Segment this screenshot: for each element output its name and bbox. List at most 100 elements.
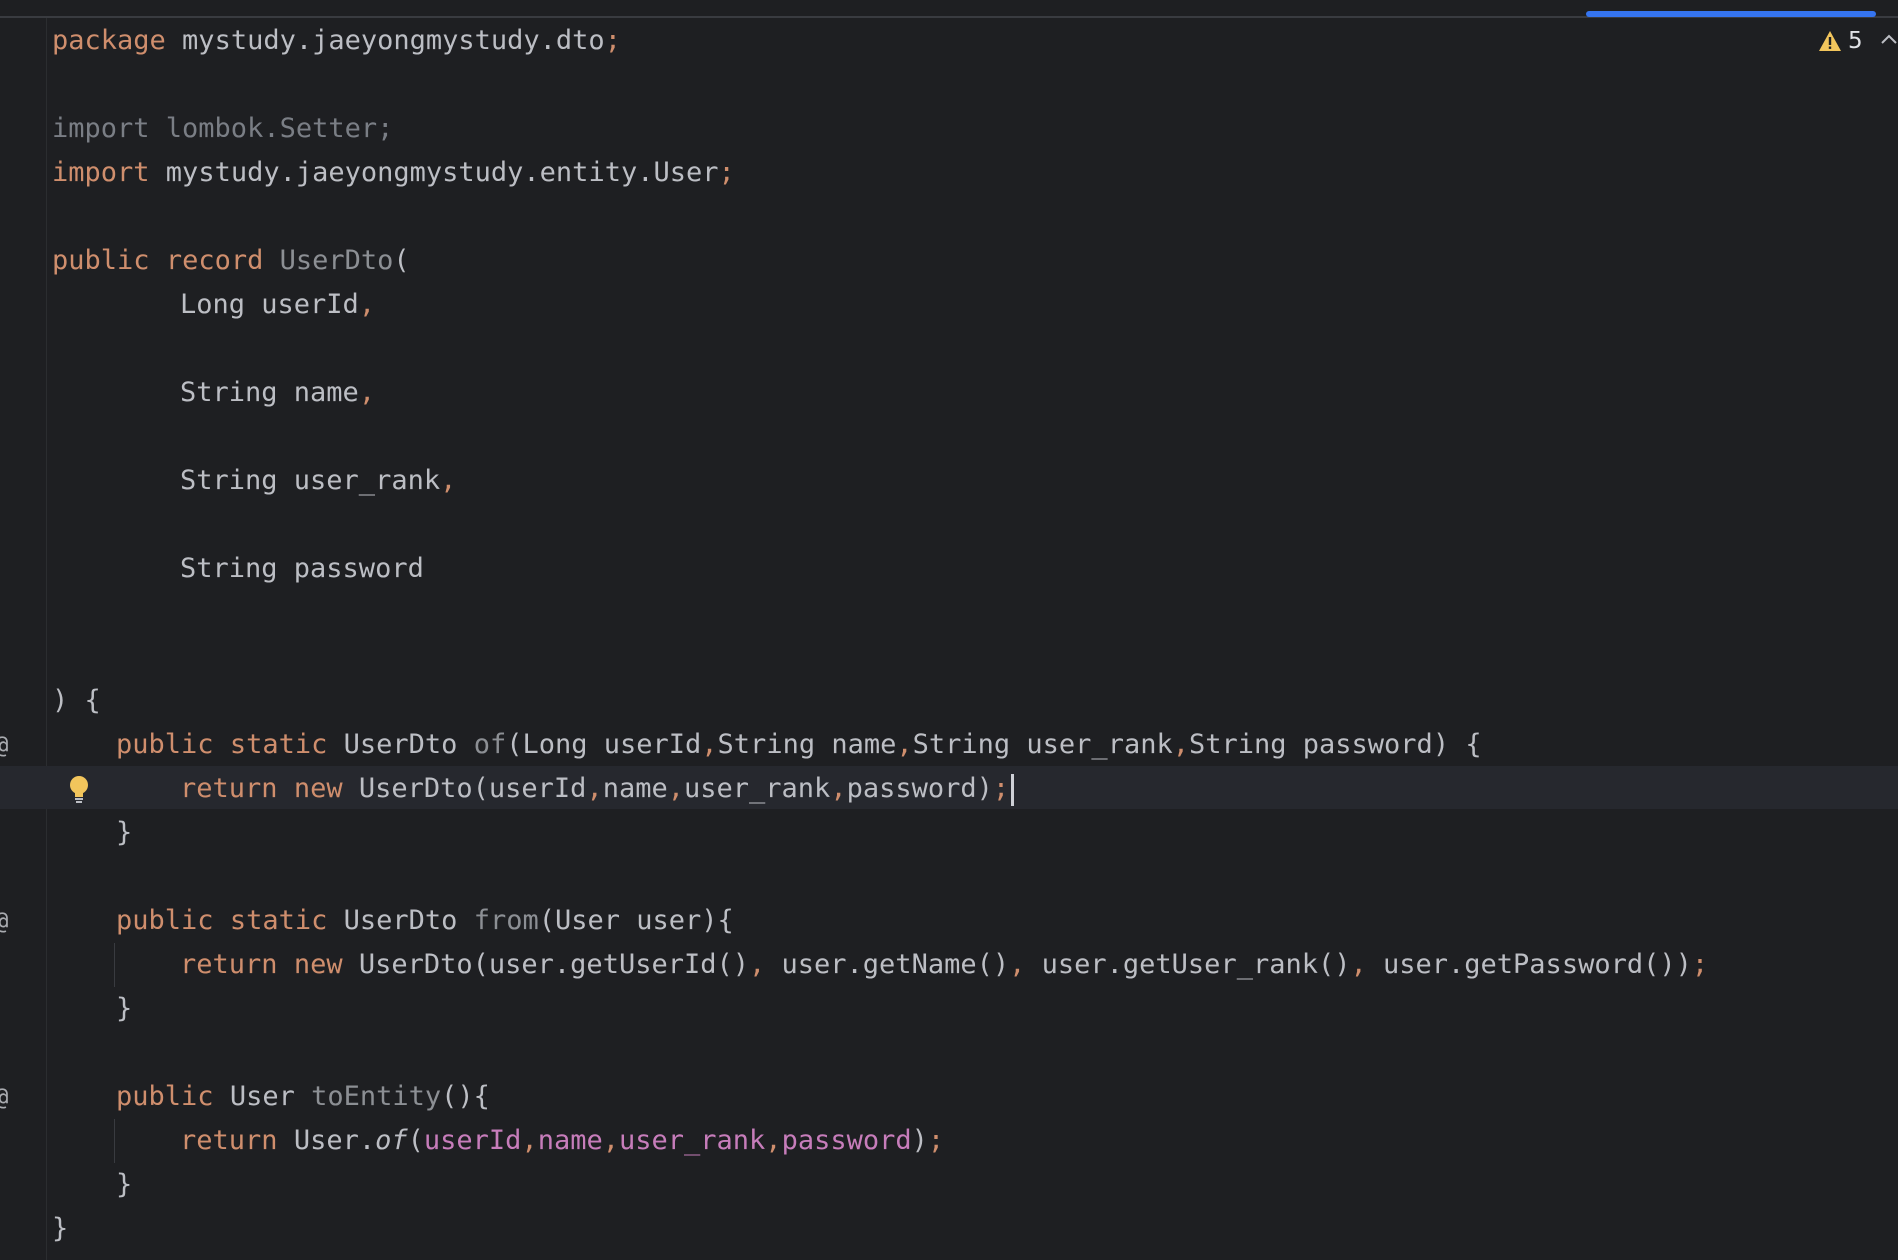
closing-brace: } xyxy=(52,1213,69,1244)
keyword-public: public xyxy=(52,245,150,276)
code-line-22: return new UserDto(user.getUserId(), use… xyxy=(0,943,1898,987)
comma: , xyxy=(896,729,913,760)
field-userId: Long userId xyxy=(180,289,359,320)
semicolon: ; xyxy=(718,157,735,188)
return-type: UserDto xyxy=(343,729,458,760)
at-sign-icon[interactable]: @ xyxy=(0,1075,8,1119)
param-1: (Long userId xyxy=(506,729,702,760)
code-line-23: } xyxy=(0,987,1898,1031)
comma: , xyxy=(358,377,376,408)
method-params: (User user){ xyxy=(538,905,734,936)
keyword-static: static xyxy=(229,905,328,936)
static-call-of: of xyxy=(375,1125,408,1156)
code-line-3: import lombok.Setter; xyxy=(0,107,1898,151)
comma: , xyxy=(765,1125,782,1156)
semicolon: ; xyxy=(992,773,1010,804)
code-line-4: import mystudy.jaeyongmystudy.entity.Use… xyxy=(0,151,1898,195)
at-sign-icon[interactable]: @ xyxy=(0,899,8,943)
record-body-open: ) { xyxy=(52,685,101,716)
field-ref: userId xyxy=(423,1125,522,1156)
text-caret xyxy=(1011,773,1015,806)
code-line-6: public record UserDto( xyxy=(0,239,1898,283)
field-name: String name xyxy=(180,377,359,408)
comma: , xyxy=(749,949,766,980)
record-name: UserDto xyxy=(279,245,394,276)
closing-brace: } xyxy=(116,993,133,1024)
code-editor[interactable]: 5 package mystudy.jaeyongmystudy.dto; im… xyxy=(0,0,1898,1260)
code-lines: package mystudy.jaeyongmystudy.dto; impo… xyxy=(0,0,1898,1260)
lightbulb-icon[interactable] xyxy=(68,775,90,805)
comma: , xyxy=(521,1125,538,1156)
comma: , xyxy=(830,773,847,804)
class-ref: User. xyxy=(293,1125,376,1156)
return-type: User xyxy=(229,1081,295,1112)
code-line-28: } xyxy=(0,1207,1898,1251)
keyword-public: public xyxy=(116,905,214,936)
keyword-public: public xyxy=(116,729,214,760)
code-line-11: String user_rank, xyxy=(0,459,1898,503)
arg-2: name xyxy=(602,773,668,804)
closing-brace: } xyxy=(116,817,133,848)
unused-import: import lombok.Setter; xyxy=(52,113,394,144)
closing-brace: } xyxy=(116,1169,133,1200)
code-line-25: @ public User toEntity(){ xyxy=(0,1075,1898,1119)
code-line-17: @ public static UserDto of(Long userId,S… xyxy=(0,723,1898,767)
import-path: mystudy.jaeyongmystudy.entity.User xyxy=(149,157,719,188)
code-line-21: @ public static UserDto from(User user){ xyxy=(0,899,1898,943)
semicolon: ; xyxy=(1691,949,1709,980)
field-ref: name xyxy=(537,1125,603,1156)
param-3: String user_rank xyxy=(912,729,1173,760)
keyword-public: public xyxy=(116,1081,214,1112)
keyword-import: import xyxy=(52,157,150,188)
semicolon: ; xyxy=(604,25,621,56)
keyword-return: return xyxy=(180,949,278,980)
arg-3: user.getUser_rank() xyxy=(1025,949,1351,980)
code-line-9: String name, xyxy=(0,371,1898,415)
code-line-19: } xyxy=(0,811,1898,855)
constructor-call: UserDto(user.getUserId() xyxy=(358,949,749,980)
code-line-16: ) { xyxy=(0,679,1898,723)
method-name-from: from xyxy=(473,905,539,936)
comma: , xyxy=(1350,949,1367,980)
field-ref: password xyxy=(781,1125,912,1156)
comma: , xyxy=(440,465,457,496)
code-line-18: return new UserDto(userId,name,user_rank… xyxy=(0,767,1898,811)
return-type: UserDto xyxy=(343,905,458,936)
arg-2: user.getName() xyxy=(765,949,1010,980)
comma: , xyxy=(358,289,376,320)
code-line-1: package mystudy.jaeyongmystudy.dto; xyxy=(0,19,1898,63)
method-name-of: of xyxy=(473,729,507,760)
comma: , xyxy=(1172,729,1189,760)
keyword-new: new xyxy=(293,949,343,980)
keyword-record: record xyxy=(165,245,264,276)
field-user-rank: String user_rank xyxy=(180,465,441,496)
code-line-13: String password xyxy=(0,547,1898,591)
comma: , xyxy=(586,773,603,804)
comma: , xyxy=(602,1125,619,1156)
comma: , xyxy=(667,773,684,804)
arg-4: user.getPassword()) xyxy=(1366,949,1692,980)
open-paren: ( xyxy=(407,1125,424,1156)
code-line-27: } xyxy=(0,1163,1898,1207)
keyword-package: package xyxy=(52,25,166,56)
semicolon: ; xyxy=(927,1125,945,1156)
keyword-new: new xyxy=(293,773,343,804)
method-name-toEntity: toEntity xyxy=(311,1081,442,1112)
keyword-return: return xyxy=(180,773,278,804)
arg-4: password) xyxy=(846,773,993,804)
field-ref: user_rank xyxy=(618,1125,766,1156)
code-line-26: return User.of(userId,name,user_rank,pas… xyxy=(0,1119,1898,1163)
comma: , xyxy=(701,729,718,760)
keyword-return: return xyxy=(180,1125,278,1156)
code-line-7: Long userId, xyxy=(0,283,1898,327)
package-name: mystudy.jaeyongmystudy.dto xyxy=(165,25,605,56)
close-paren: ) xyxy=(911,1125,928,1156)
at-sign-icon[interactable]: @ xyxy=(0,723,8,767)
param-2: String name xyxy=(717,729,897,760)
field-password: String password xyxy=(180,553,424,584)
param-4: String password) { xyxy=(1188,729,1482,760)
constructor-call: UserDto(userId xyxy=(358,773,587,804)
open-paren: ( xyxy=(393,245,410,276)
comma: , xyxy=(1009,949,1026,980)
method-params: (){ xyxy=(441,1081,490,1112)
